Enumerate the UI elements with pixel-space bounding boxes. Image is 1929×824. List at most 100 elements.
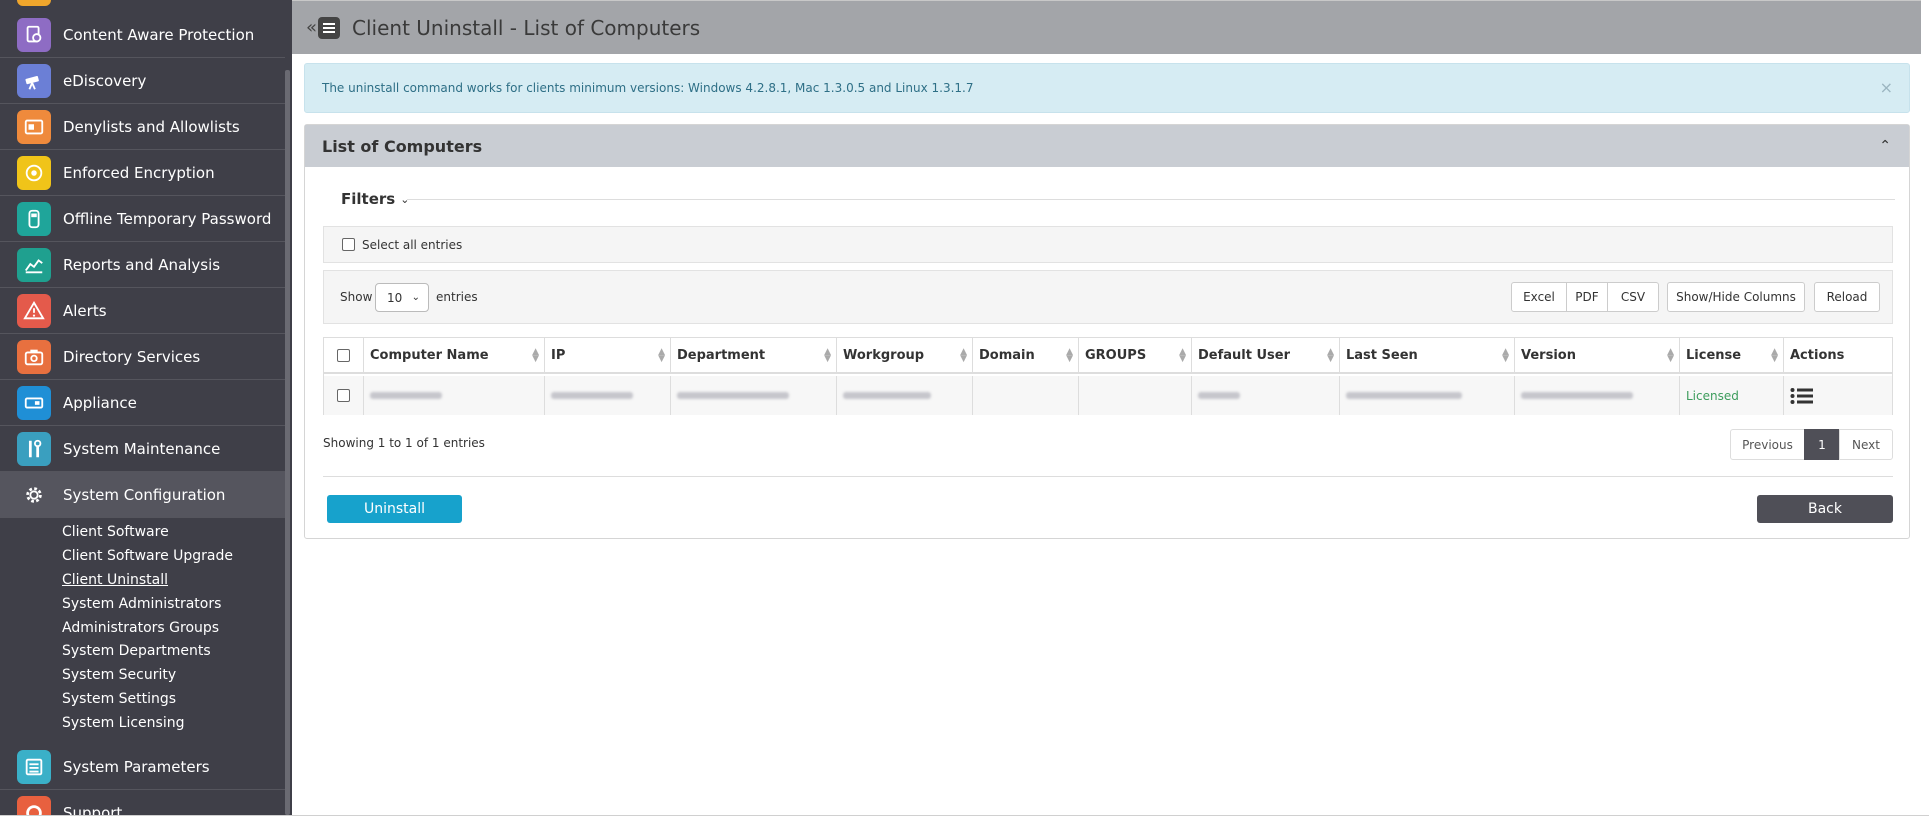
submenu-item-system-settings[interactable]: System Settings	[62, 691, 176, 707]
chevron-down-icon: ⌄	[411, 292, 420, 303]
reload-button[interactable]: Reload	[1814, 282, 1880, 312]
sidebar-item-ediscovery[interactable]: eDiscovery	[0, 58, 285, 104]
column-header-domain[interactable]: Domain ▲ ▼	[973, 338, 1079, 374]
partial-nav-icon	[17, 0, 51, 6]
submenu-item-client-software-upgrade[interactable]: Client Software Upgrade	[62, 548, 233, 564]
show-hide-columns-button[interactable]: Show/Hide Columns	[1667, 282, 1805, 312]
sidebar-item-label: eDiscovery	[63, 71, 147, 90]
column-header-default-user[interactable]: Default User ▲ ▼	[1192, 338, 1340, 374]
table-row-select-cell	[324, 376, 364, 415]
sidebar-item-support[interactable]: Support	[0, 790, 285, 815]
table-cell-domain	[973, 376, 1079, 415]
close-icon[interactable]: ×	[1880, 78, 1893, 97]
column-label: Computer Name	[370, 347, 489, 363]
sidebar-item-label: Support	[63, 803, 123, 816]
usb-icon	[17, 201, 51, 236]
sort-icon: ▲ ▼	[1327, 347, 1334, 364]
tools-icon	[17, 431, 51, 466]
back-button[interactable]: Back	[1757, 495, 1893, 523]
sidebar-toggle-button[interactable]: «	[306, 16, 341, 39]
submenu-item-system-administrators[interactable]: System Administrators	[62, 596, 221, 612]
pagination-previous[interactable]: Previous	[1730, 429, 1805, 460]
column-header-computer-name[interactable]: Computer Name ▲ ▼	[364, 338, 545, 374]
column-header-last-seen[interactable]: Last Seen ▲ ▼	[1340, 338, 1515, 374]
column-label: Default User	[1198, 347, 1291, 363]
sidebar-item-directory-services[interactable]: Directory Services	[0, 334, 285, 380]
submenu-item-client-software[interactable]: Client Software	[62, 524, 169, 540]
filters-divider	[407, 199, 1895, 200]
column-header-version[interactable]: Version ▲ ▼	[1515, 338, 1680, 374]
directory-icon	[17, 339, 51, 374]
submenu-item-system-licensing[interactable]: System Licensing	[62, 715, 184, 731]
filters-toggle[interactable]: Filters ⌄	[341, 190, 409, 208]
column-header-groups[interactable]: GROUPS ▲ ▼	[1079, 338, 1192, 374]
panel-header: List of Computers ⌃	[305, 125, 1909, 167]
computers-panel: List of Computers ⌃ Filters ⌄ Select all…	[304, 124, 1910, 539]
sort-icon: ▲ ▼	[1502, 347, 1509, 364]
export-excel-button[interactable]: Excel	[1511, 282, 1567, 312]
export-csv-button[interactable]: CSV	[1607, 282, 1659, 312]
table-cell-default-user	[1192, 376, 1340, 415]
sidebar-item-label: Reports and Analysis	[63, 255, 221, 274]
sidebar-item-alerts[interactable]: Alerts	[0, 288, 285, 334]
sort-icon: ▲ ▼	[824, 347, 831, 364]
uninstall-button[interactable]: Uninstall	[327, 495, 462, 523]
system-configuration-submenu: Client Software Client Software Upgrade …	[0, 518, 285, 744]
info-alert: The uninstall command works for clients …	[304, 63, 1910, 113]
column-label: Workgroup	[843, 347, 925, 363]
header-checkbox[interactable]	[337, 348, 350, 362]
column-header-department[interactable]: Department ▲ ▼	[671, 338, 837, 374]
server-icon	[17, 385, 51, 420]
sort-icon: ▲ ▼	[1771, 347, 1778, 364]
column-label: Last Seen	[1346, 347, 1418, 363]
sort-icon: ▲ ▼	[1066, 347, 1073, 364]
sidebar-item-label: System Configuration	[63, 485, 226, 504]
sidebar-item-system-maintenance[interactable]: System Maintenance	[0, 426, 285, 472]
chevron-up-icon[interactable]: ⌃	[1879, 138, 1891, 154]
table-cell-last-seen	[1340, 376, 1515, 415]
sidebar-item-denylists-allowlists[interactable]: Denylists and Allowlists	[0, 104, 285, 150]
sidebar-item-reports-analysis[interactable]: Reports and Analysis	[0, 242, 285, 288]
submenu-item-system-security[interactable]: System Security	[62, 667, 176, 683]
export-pdf-button[interactable]: PDF	[1566, 282, 1608, 312]
sort-icon: ▲ ▼	[960, 347, 967, 364]
table-cell-version	[1515, 376, 1680, 415]
sidebar-scrollbar[interactable]	[285, 70, 290, 815]
sidebar: Content Aware Protection eDiscovery Deny…	[0, 0, 292, 815]
sidebar-item-appliance[interactable]: Appliance	[0, 380, 285, 426]
pagination-page-1[interactable]: 1	[1804, 429, 1840, 460]
column-header-ip[interactable]: IP ▲ ▼	[545, 338, 671, 374]
sort-icon: ▲ ▼	[658, 347, 665, 364]
window-bottom-edge	[0, 815, 1929, 824]
sidebar-item-system-parameters[interactable]: System Parameters	[0, 744, 285, 790]
actions-menu-icon[interactable]	[1790, 387, 1814, 405]
redacted-value	[1521, 392, 1633, 399]
table-info: Showing 1 to 1 of 1 entries	[323, 436, 485, 450]
sidebar-item-enforced-encryption[interactable]: Enforced Encryption	[0, 150, 285, 196]
page-title: Client Uninstall - List of Computers	[352, 15, 701, 40]
row-checkbox[interactable]	[337, 389, 350, 402]
column-header-license[interactable]: License ▲ ▼	[1680, 338, 1784, 374]
submenu-item-system-departments[interactable]: System Departments	[62, 643, 211, 659]
sidebar-item-offline-temporary-password[interactable]: Offline Temporary Password	[0, 196, 285, 242]
chevron-left-double-icon: «	[306, 17, 318, 38]
column-label: Domain	[979, 347, 1035, 363]
entries-label: entries	[436, 290, 478, 304]
support-icon	[17, 795, 51, 815]
column-label: Department	[677, 347, 766, 363]
page-header: « Client Uninstall - List of Computers	[292, 0, 1921, 54]
select-all-bar: Select all entries	[323, 226, 1893, 263]
page-size-select[interactable]: 10 ⌄	[375, 283, 429, 312]
submenu-item-administrators-groups[interactable]: Administrators Groups	[62, 620, 219, 636]
sort-icon: ▲ ▼	[1179, 347, 1186, 364]
table-cell-actions	[1784, 376, 1892, 415]
sidebar-item-content-aware-protection[interactable]: Content Aware Protection	[0, 12, 285, 58]
column-header-workgroup[interactable]: Workgroup ▲ ▼	[837, 338, 973, 374]
sidebar-item-system-configuration[interactable]: System Configuration	[0, 472, 285, 518]
submenu-item-client-uninstall[interactable]: Client Uninstall	[62, 572, 168, 588]
pagination-next[interactable]: Next	[1839, 429, 1893, 460]
select-all-checkbox[interactable]	[342, 238, 355, 251]
computers-table: Computer Name ▲ ▼ IP ▲ ▼ Department ▲ ▼ Wor…	[323, 337, 1893, 415]
table-toolbar: Show 10 ⌄ entries Excel PDF CSV Show/Hid…	[323, 270, 1893, 324]
disc-icon	[17, 155, 51, 190]
